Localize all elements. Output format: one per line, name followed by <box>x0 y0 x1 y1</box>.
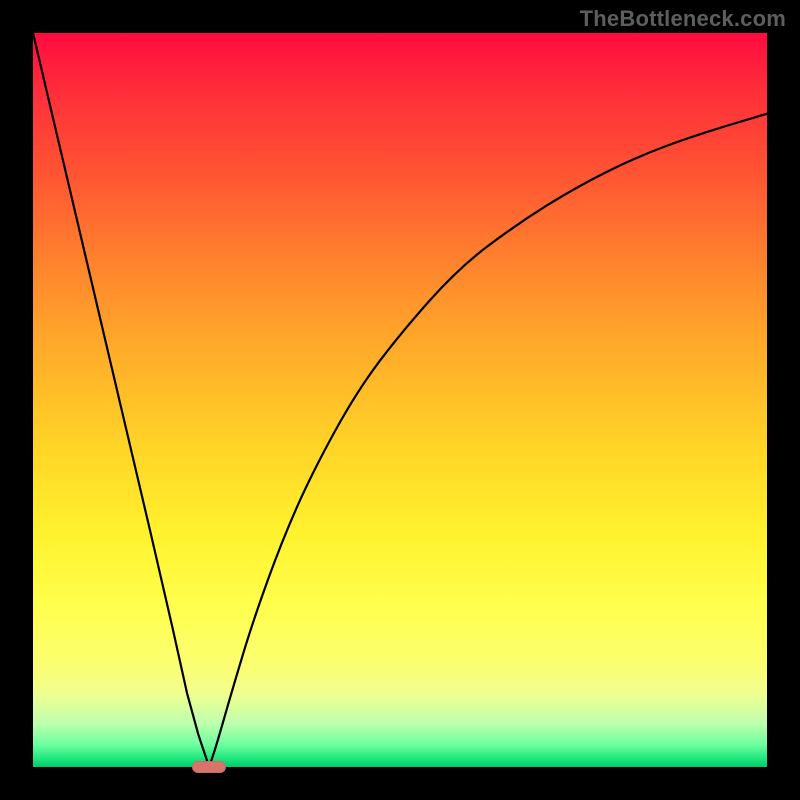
plot-area <box>33 33 767 767</box>
chart-frame: TheBottleneck.com <box>0 0 800 800</box>
bottleneck-curve-left <box>33 33 209 767</box>
bottleneck-curve-right <box>209 114 767 767</box>
minimum-marker <box>192 761 226 773</box>
curve-layer <box>33 33 767 767</box>
watermark-text: TheBottleneck.com <box>580 6 786 32</box>
